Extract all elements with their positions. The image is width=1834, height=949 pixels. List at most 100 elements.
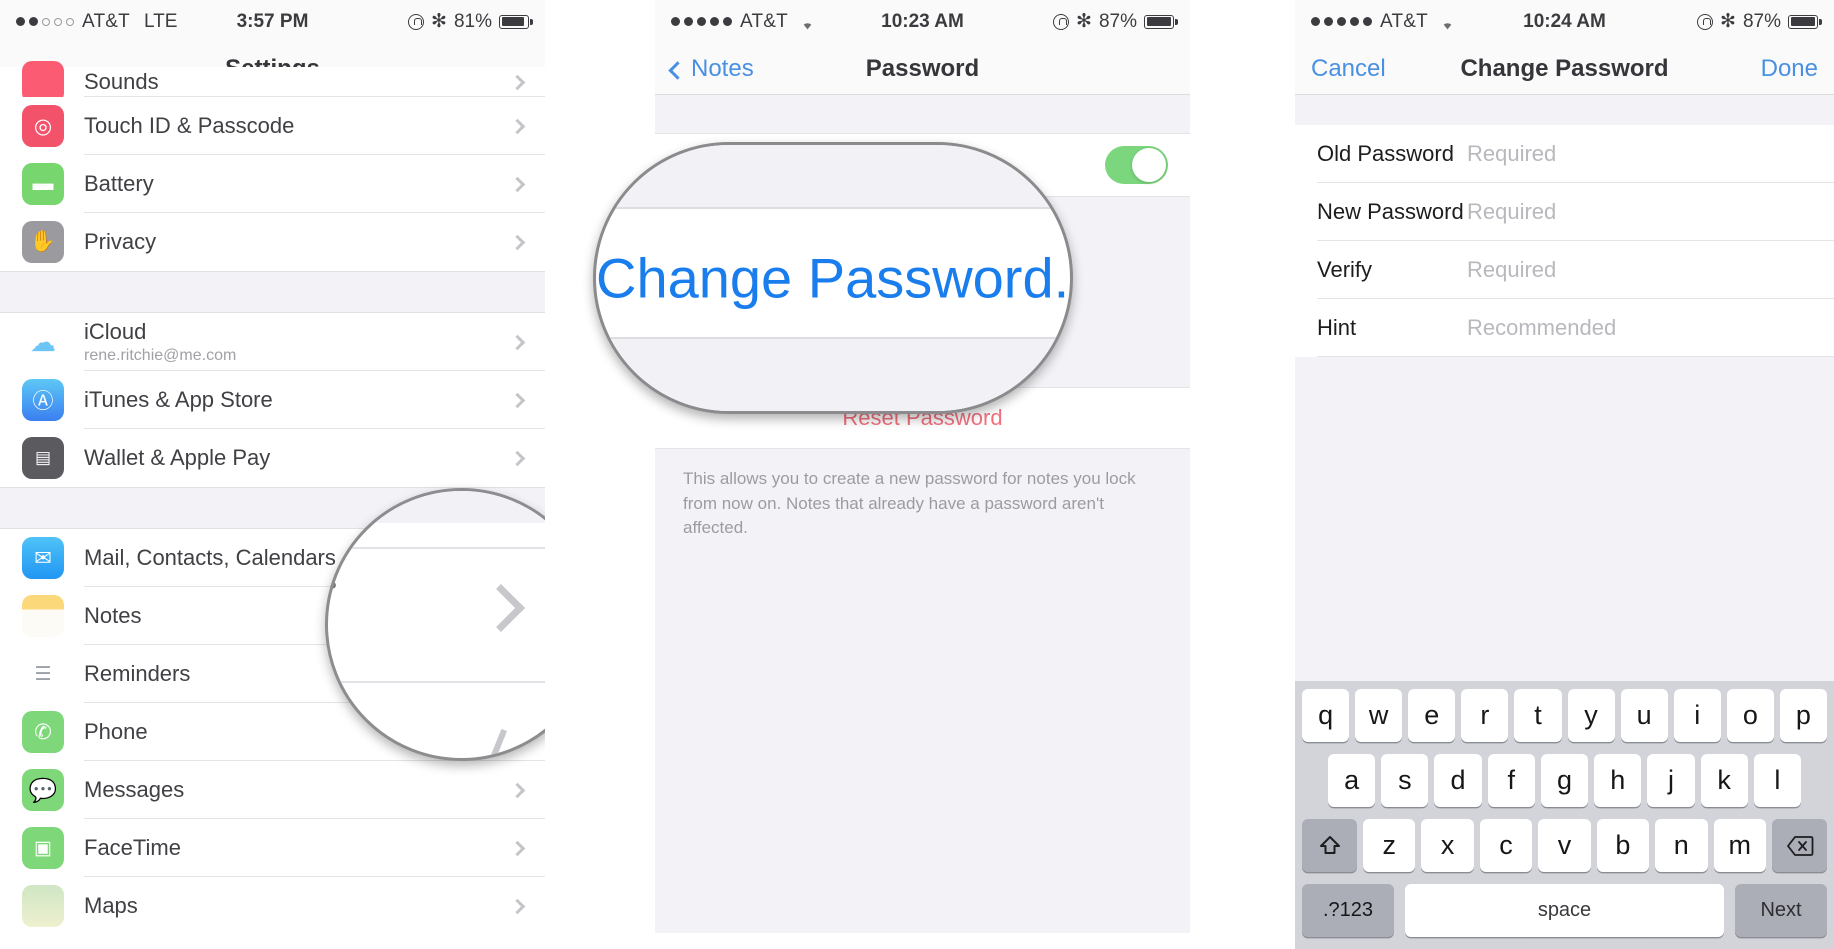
settings-row-messages[interactable]: 💬 Messages [0,761,545,819]
chevron-right-icon [509,392,526,408]
shift-key[interactable] [1302,819,1357,872]
numbers-key[interactable]: .?123 [1302,884,1394,937]
chevron-right-icon [509,898,526,914]
settings-row-facetime[interactable]: ▣ FaceTime [0,819,545,877]
space-key[interactable]: space [1405,884,1724,937]
phone-icon: ✆ [22,711,64,753]
settings-row-label: Privacy [84,229,157,254]
chevron-right-icon [509,234,526,250]
hint-label: Hint [1317,315,1357,340]
chevron-right-icon [476,583,526,633]
done-button[interactable]: Done [1761,55,1818,83]
key-m[interactable]: m [1713,819,1766,872]
key-g[interactable]: g [1540,754,1589,807]
key-z[interactable]: z [1363,819,1416,872]
key-d[interactable]: d [1434,754,1482,807]
messages-icon: 💬 [22,769,64,811]
key-w[interactable]: w [1355,689,1403,742]
settings-row-sounds[interactable]: Sounds [0,61,545,103]
settings-row-itunes-app-store[interactable]: Ⓐ iTunes & App Store [0,371,545,429]
key-q[interactable]: q [1302,689,1350,742]
network-type-label: LTE [143,10,178,32]
maps-icon [22,885,64,927]
settings-row-label: Wallet & Apple Pay [84,445,271,470]
old-password-input[interactable]: Required [1467,141,1556,167]
settings-row-label: Sounds [84,69,159,94]
key-t[interactable]: t [1514,689,1562,742]
magnifier-pill-callout: Change Password... [593,142,1073,414]
settings-row-label: Phone [84,719,148,744]
carrier-label: AT&T [82,10,130,32]
right-nav-bar: Cancel Change Password Done [1295,43,1834,95]
key-y[interactable]: y [1567,689,1615,742]
key-f[interactable]: f [1487,754,1535,807]
reminders-icon: ☰ [22,653,64,695]
settings-row-icloud[interactable]: ☁ iCloud rene.ritchie@me.com [0,313,545,371]
backspace-icon [1786,835,1813,856]
chevron-right-icon [509,118,526,134]
key-u[interactable]: u [1620,689,1668,742]
chevron-right-icon [509,176,526,192]
key-b[interactable]: b [1596,819,1650,872]
mail-icon: ✉ [22,537,64,579]
key-v[interactable]: v [1538,819,1591,872]
key-l[interactable]: l [1753,754,1801,807]
settings-row-sublabel: rene.ritchie@me.com [84,347,237,364]
battery-percent-label: 87% [1742,10,1781,32]
magnified-divider [328,681,545,683]
bluetooth-icon: ✻ [431,11,447,32]
left-phone-panel: AT&T LTE 3:57 PM ✻ 81% Settings Sounds ◎ [0,0,545,949]
form-top-gap [1295,95,1834,125]
settings-row-battery[interactable]: ▬ Battery [0,155,545,213]
settings-row-label: FaceTime [84,835,181,860]
new-password-input[interactable]: Required [1467,199,1556,225]
key-c[interactable]: c [1479,819,1533,872]
settings-row-privacy[interactable]: ✋ Privacy [0,213,545,271]
key-k[interactable]: k [1700,754,1748,807]
key-r[interactable]: r [1461,689,1509,742]
section-divider [0,271,545,313]
backspace-key[interactable] [1772,819,1827,872]
change-password-form: Old Password Required New Password Requi… [1295,125,1834,357]
key-e[interactable]: e [1408,689,1456,742]
new-password-row[interactable]: New Password Required [1295,183,1834,241]
return-key[interactable]: Next [1735,884,1827,937]
settings-row-label: Battery [84,171,154,196]
hand-icon: ✋ [22,221,64,263]
settings-row-touch-id[interactable]: ◎ Touch ID & Passcode [0,97,545,155]
right-status-left: AT&T [1311,11,1456,33]
key-o[interactable]: o [1726,689,1774,742]
chevron-right-icon [509,782,526,798]
screenshot-stage: AT&T LTE 3:57 PM ✻ 81% Settings Sounds ◎ [0,0,1834,949]
key-p[interactable]: p [1779,689,1827,742]
use-touch-id-toggle[interactable] [1105,146,1168,184]
battery-icon [1144,14,1178,29]
settings-row-maps[interactable]: Maps [0,877,545,935]
key-j[interactable]: j [1647,754,1695,807]
hint-input[interactable]: Recommended [1467,315,1616,341]
signal-strength-icon [671,17,732,26]
back-button[interactable]: Notes [668,54,754,83]
settings-row-wallet-apple-pay[interactable]: ▤ Wallet & Apple Pay [0,429,545,487]
battery-icon [499,14,533,29]
mid-status-bar: AT&T 10:23 AM ✻ 87% [655,0,1190,43]
battery-percent-label: 81% [453,10,492,32]
wallet-icon: ▤ [22,437,64,479]
back-button-label: Notes [691,54,754,82]
hint-row[interactable]: Hint Recommended [1295,299,1834,357]
key-x[interactable]: x [1421,819,1474,872]
cancel-button[interactable]: Cancel [1311,55,1386,83]
key-a[interactable]: a [1328,754,1376,807]
verify-row[interactable]: Verify Required [1295,241,1834,299]
key-s[interactable]: s [1381,754,1429,807]
old-password-row[interactable]: Old Password Required [1295,125,1834,183]
verify-input[interactable]: Required [1467,257,1556,283]
keyboard-row-4: .?123 space Next [1299,884,1830,937]
rotation-lock-icon [1697,13,1714,30]
change-password-magnified-label: Change Password... [596,246,1073,310]
key-h[interactable]: h [1594,754,1642,807]
icloud-icon: ☁ [22,321,64,363]
rotation-lock-icon [408,13,425,30]
key-n[interactable]: n [1655,819,1708,872]
key-i[interactable]: i [1673,689,1721,742]
